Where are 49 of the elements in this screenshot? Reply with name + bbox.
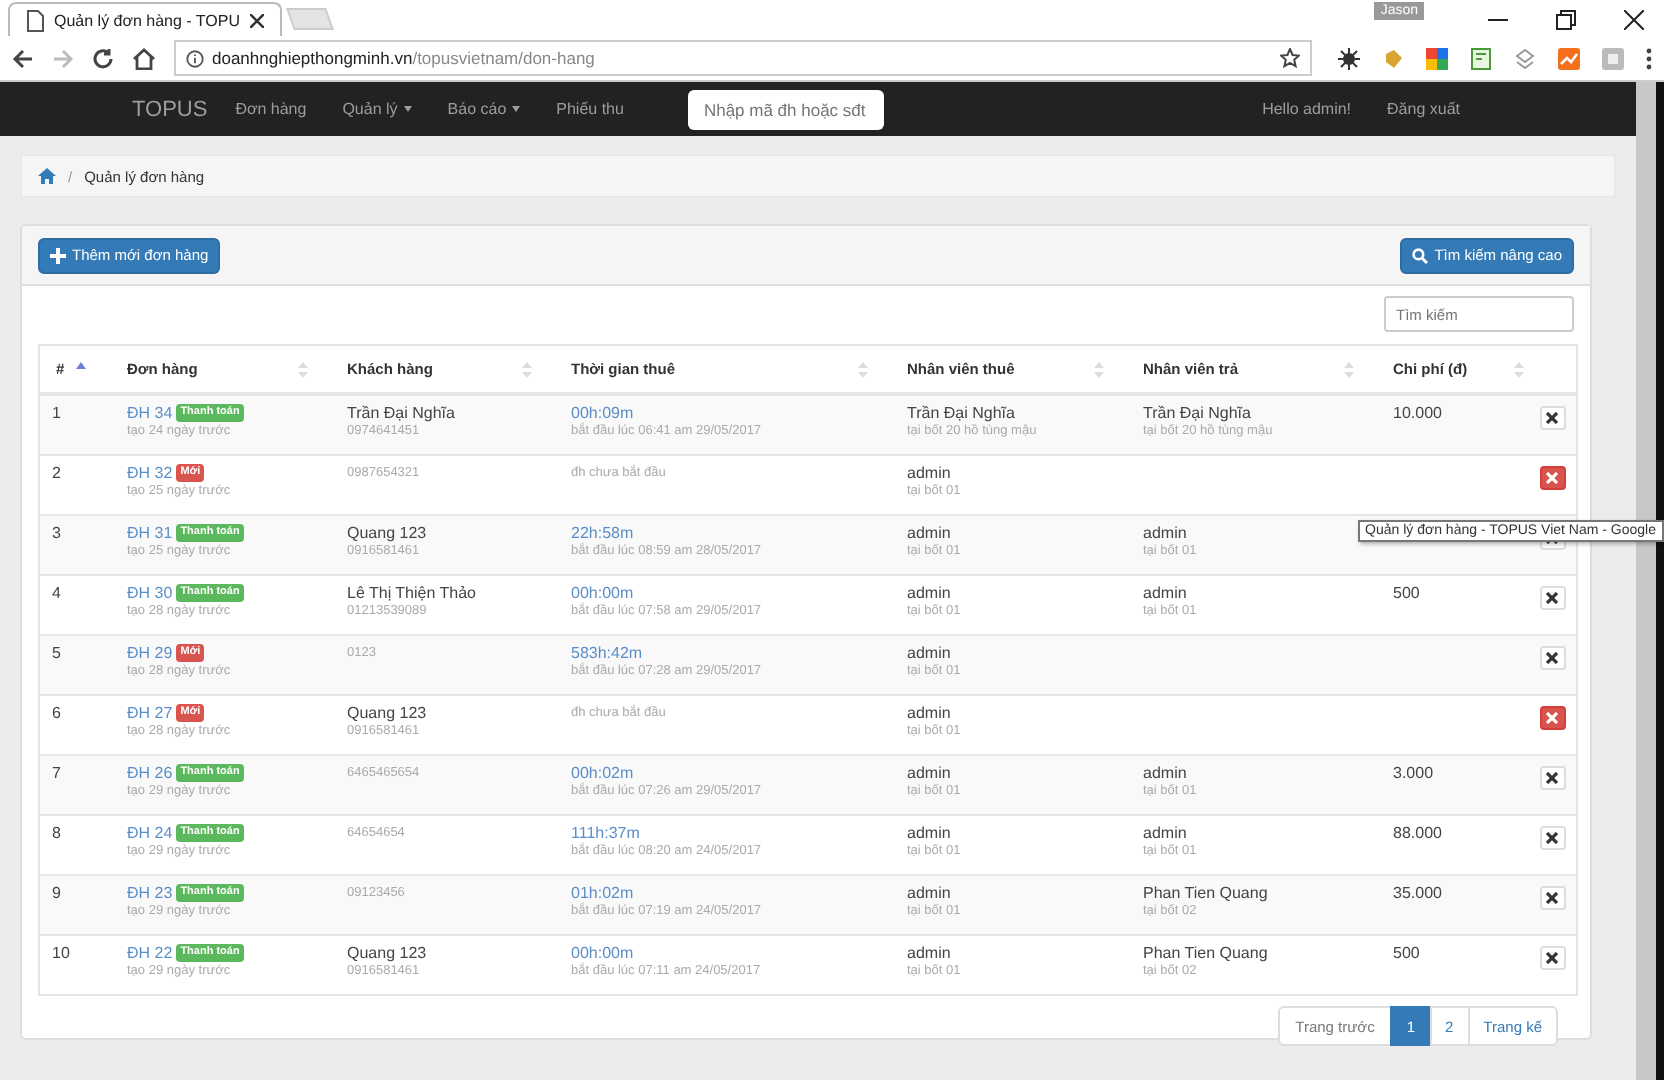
tab-title: Quản lý đơn hàng - TOPU bbox=[54, 11, 240, 29]
duration-text: 22h:58m bbox=[571, 524, 636, 542]
row-number: 7 bbox=[52, 764, 61, 782]
cost-value: 500 bbox=[1393, 584, 1420, 602]
duration-text: 111h:37m bbox=[571, 824, 642, 842]
customer-name: Quang 123 bbox=[347, 704, 429, 723]
duration-text: 00h:09m bbox=[571, 404, 636, 422]
duration-text: 00h:02m bbox=[571, 764, 636, 782]
row-number: 9 bbox=[52, 884, 61, 902]
returner-name: admin bbox=[1143, 524, 1189, 543]
customer-name: Lê Thị Thiện Thảo bbox=[347, 584, 478, 603]
renter-name: admin bbox=[907, 704, 953, 723]
row-number: 10 bbox=[52, 944, 70, 962]
returner-name: Phan Tien Quang bbox=[1143, 884, 1270, 903]
renter-name: Trần Đại Nghĩa bbox=[907, 404, 1017, 423]
returner-name: admin bbox=[1143, 764, 1189, 783]
renter-name: admin bbox=[907, 644, 953, 663]
cost-value: 10.000 bbox=[1393, 404, 1442, 422]
returner-name: admin bbox=[1143, 824, 1189, 843]
cost-value: 3.000 bbox=[1393, 764, 1434, 782]
row-number: 3 bbox=[52, 524, 61, 542]
renter-name: admin bbox=[907, 764, 953, 783]
renter-name: admin bbox=[907, 824, 953, 843]
renter-name: admin bbox=[907, 884, 953, 903]
row-number: 1 bbox=[52, 404, 61, 422]
url-text: doanhnghiepthongminh.vn/topusvietnam/don-hang bbox=[212, 48, 597, 68]
customer-name: Quang 123 bbox=[347, 524, 429, 543]
returner-name: Phan Tien Quang bbox=[1143, 944, 1270, 963]
cost-value: 88.000 bbox=[1393, 824, 1442, 842]
renter-name: admin bbox=[907, 584, 953, 603]
cost-value: 35.000 bbox=[1393, 884, 1442, 902]
renter-name: admin bbox=[907, 524, 953, 543]
renter-name: admin bbox=[907, 464, 953, 483]
renter-name: admin bbox=[907, 944, 953, 963]
returner-name: Trần Đại Nghĩa bbox=[1143, 404, 1253, 423]
duration-text: 583h:42m bbox=[571, 644, 645, 662]
duration-text: 00h:00m bbox=[571, 584, 636, 602]
customer-name: Quang 123 bbox=[347, 944, 429, 963]
cost-value: 500 bbox=[1393, 944, 1420, 962]
duration-text: 01h:02m bbox=[571, 884, 636, 902]
greeting-text: Hello admin! bbox=[1262, 100, 1352, 118]
customer-name: Trần Đại Nghĩa bbox=[347, 404, 457, 423]
returner-name: admin bbox=[1143, 584, 1189, 603]
duration-text: 00h:00m bbox=[571, 944, 636, 962]
row-number: 5 bbox=[52, 644, 61, 662]
row-number: 8 bbox=[52, 824, 61, 842]
row-number: 2 bbox=[52, 464, 61, 482]
row-number: 6 bbox=[52, 704, 61, 722]
row-number: 4 bbox=[52, 584, 61, 602]
